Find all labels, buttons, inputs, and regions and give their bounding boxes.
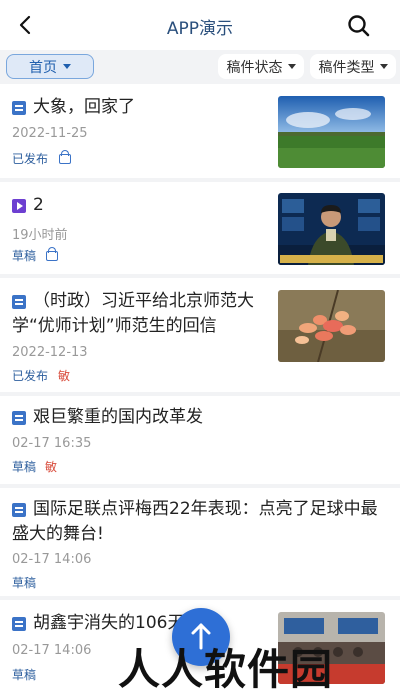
article-date: 02-17 16:35 (12, 436, 92, 451)
article-date: 2022-12-13 (12, 345, 88, 360)
article-title-line-1: 国际足联点评梅西22年表现：点亮了足球中最 (33, 499, 378, 519)
article-title-line-2: 学“优师计划”师范生的回信 (12, 316, 217, 336)
filter-bar: 首页 稿件状态 稿件类型 (0, 50, 400, 84)
article-title-line-2: 盛大的舞台! (12, 524, 104, 544)
article-title: 胡鑫宇消失的106天 (33, 613, 185, 633)
status-badge: 已发布 (12, 152, 49, 166)
lock-icon (59, 150, 71, 164)
home-filter-button[interactable]: 首页 (6, 54, 94, 79)
document-icon (12, 101, 26, 115)
status-badge: 草稿 (12, 460, 37, 474)
article-date: 02-17 14:06 (12, 552, 92, 567)
document-icon (12, 411, 26, 425)
type-filter-label: 稿件类型 (318, 59, 375, 76)
status-badge: 已发布 (12, 369, 49, 383)
article-thumbnail (278, 193, 385, 265)
search-icon[interactable] (346, 13, 372, 39)
document-icon (12, 295, 26, 309)
article-thumbnail (278, 290, 385, 362)
sensitive-badge: 敏 (58, 369, 71, 383)
article-date: 19小时前 (12, 228, 68, 243)
type-filter-button[interactable]: 稿件类型 (310, 54, 396, 79)
article-title: 大象，回家了 (33, 97, 135, 117)
article-title-line-1: （时政）习近平给北京师范大 (33, 291, 254, 311)
article-thumbnail (278, 96, 385, 168)
document-icon (12, 617, 26, 631)
status-badge: 草稿 (12, 668, 37, 682)
watermark-text: 人人软件园 (118, 645, 334, 694)
video-icon (12, 199, 26, 213)
chevron-down-icon (287, 64, 296, 69)
article-card[interactable]: 国际足联点评梅西22年表现：点亮了足球中最 盛大的舞台! 02-17 14:06… (0, 488, 400, 596)
status-badge: 草稿 (12, 249, 37, 263)
document-icon (12, 503, 26, 517)
article-card[interactable]: （时政）习近平给北京师范大 学“优师计划”师范生的回信 2022-12-13 已… (0, 278, 400, 392)
article-date: 02-17 14:06 (12, 643, 92, 658)
chevron-down-icon (379, 64, 388, 69)
status-filter-button[interactable]: 稿件状态 (218, 54, 304, 79)
status-filter-label: 稿件状态 (226, 59, 283, 76)
top-bar: APP演示 (0, 0, 400, 50)
home-filter-label: 首页 (29, 59, 57, 76)
status-badge: 草稿 (12, 576, 37, 590)
lock-icon (46, 247, 58, 261)
sensitive-badge: 敏 (45, 460, 58, 474)
article-card[interactable]: 艰巨繁重的国内改革发 02-17 16:35 草稿 敏 (0, 396, 400, 484)
article-title: 艰巨繁重的国内改革发 (33, 407, 203, 427)
chevron-down-icon (63, 64, 71, 69)
article-card[interactable]: 大象，回家了 2022-11-25 已发布 (0, 84, 400, 178)
article-date: 2022-11-25 (12, 126, 88, 141)
article-title: 2 (33, 195, 44, 215)
article-card[interactable]: 2 19小时前 草稿 (0, 182, 400, 274)
page-title: APP演示 (166, 19, 234, 39)
